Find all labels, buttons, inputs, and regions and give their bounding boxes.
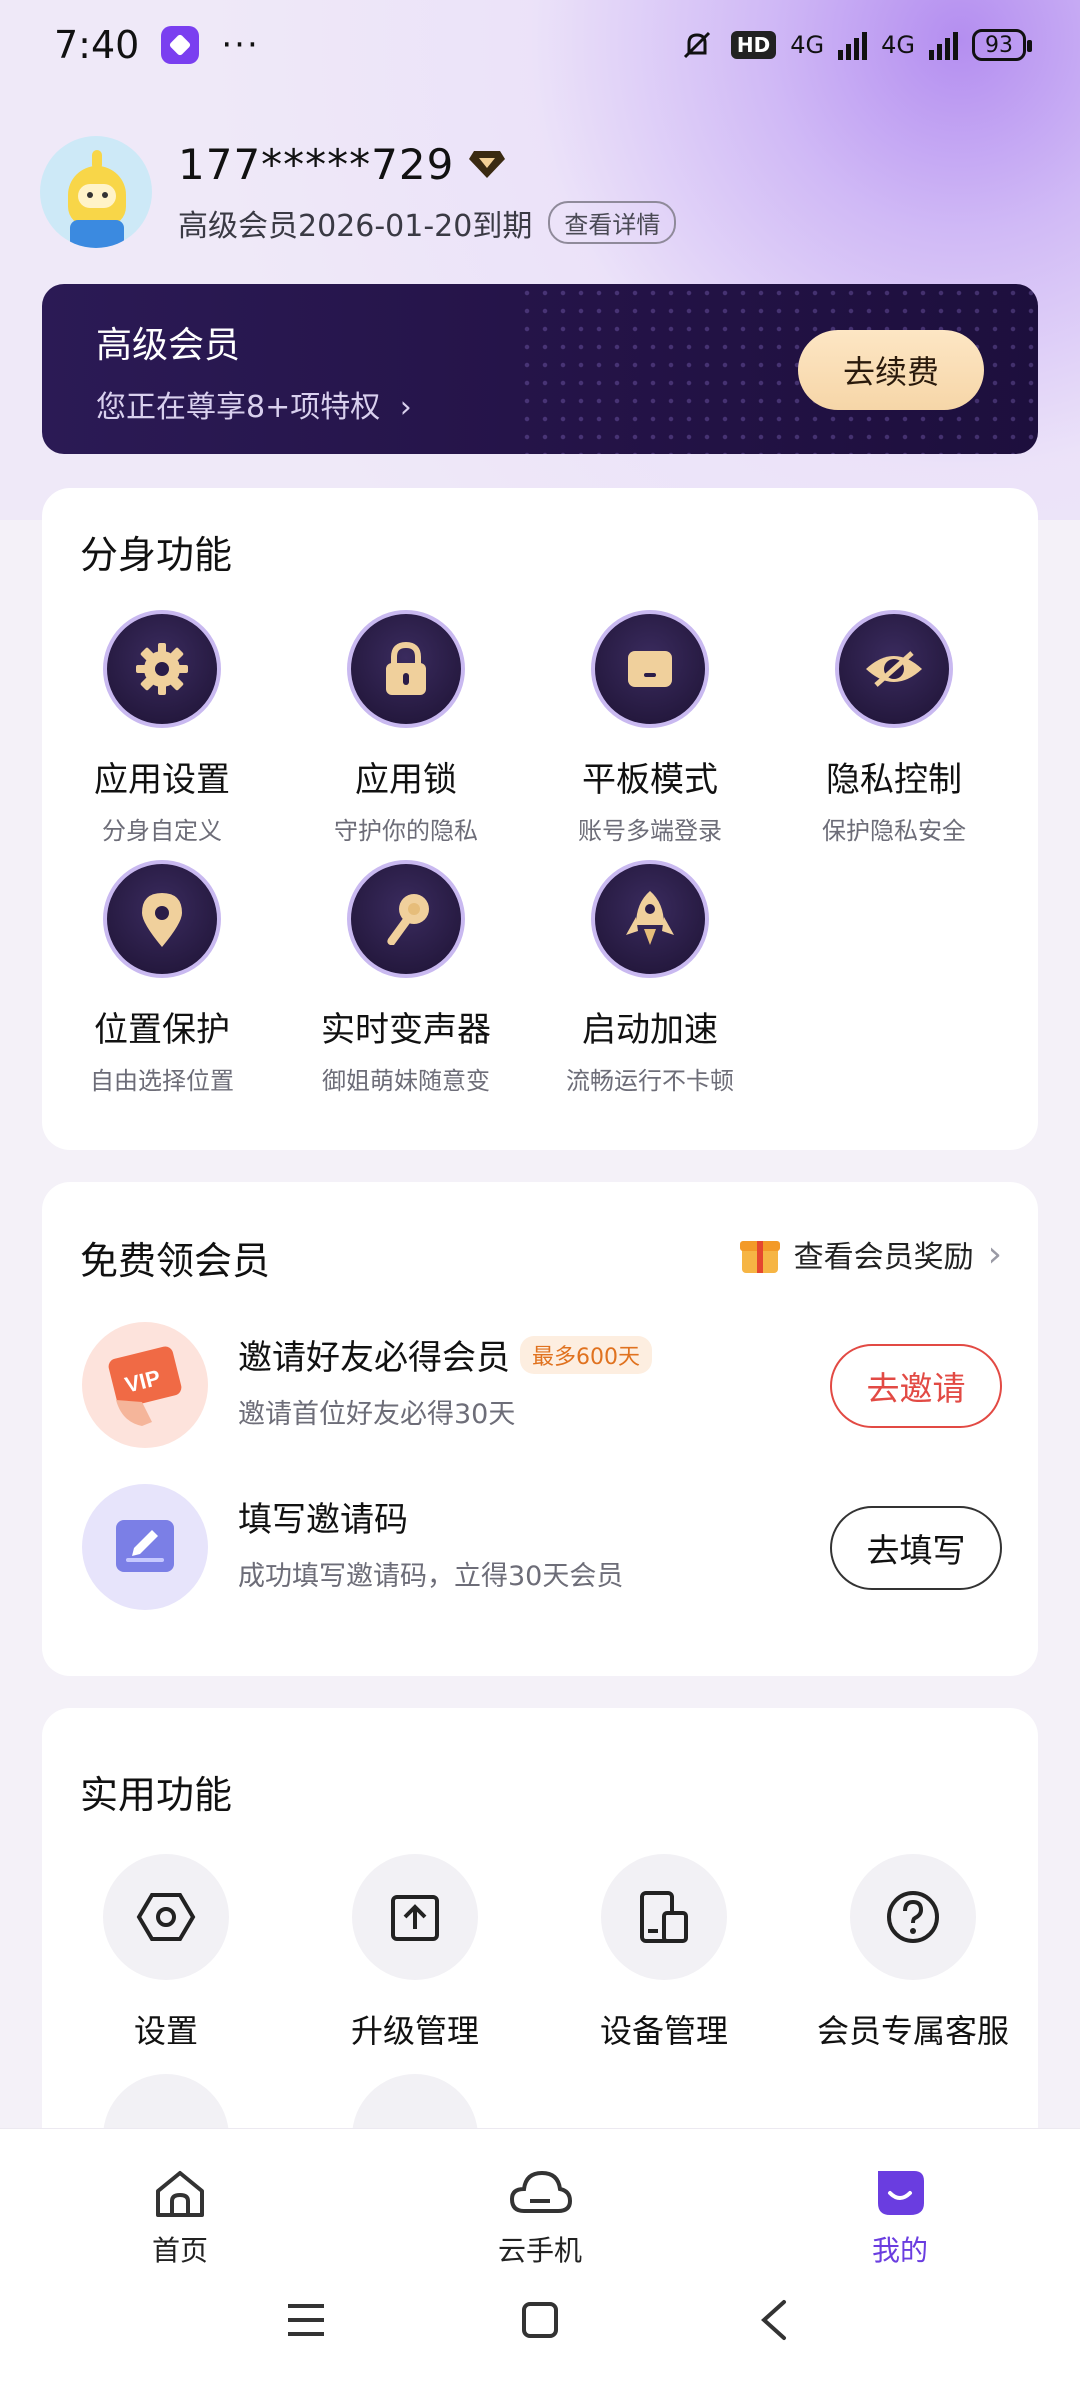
view-rewards-link[interactable]: 查看会员奖励 › [739, 1232, 1002, 1276]
system-nav-bar [0, 2262, 1080, 2372]
user-phone: 177*****729 [178, 139, 455, 189]
clone-features-card: 分身功能 应用设置 分身自定义 应用锁 守护你的隐私 平板模式 账号多端登录 隐… [42, 488, 1038, 1150]
feature-tablet-mode[interactable]: 平板模式 账号多端登录 [530, 610, 770, 846]
avatar[interactable] [40, 136, 152, 248]
location-pin-icon [103, 860, 221, 978]
invite-title: 邀请好友必得会员 [238, 1338, 510, 1378]
tool-name: 升级管理 [350, 2012, 479, 2050]
nav-home[interactable]: 首页 [80, 2161, 280, 2269]
tablet-icon [591, 610, 709, 728]
feature-location-protect[interactable]: 位置保护 自由选择位置 [42, 860, 282, 1096]
hd-voice-badge: HD [730, 31, 777, 59]
feature-desc: 保护隐私安全 [822, 817, 966, 845]
nav-cloud-phone[interactable]: 云手机 [440, 2161, 640, 2269]
gear-icon [103, 610, 221, 728]
device-icon [601, 1854, 727, 1980]
mute-icon [683, 31, 710, 59]
fill-code-desc: 成功填写邀请码，立得30天会员 [238, 1561, 624, 1592]
feature-name: 平板模式 [582, 760, 718, 800]
fill-invite-code-row: 填写邀请码 成功填写邀请码，立得30天会员 去填写 [82, 1484, 1002, 1612]
battery-level: 93 [985, 32, 1013, 58]
tool-vip-support[interactable]: 会员专属客服 [793, 1854, 1033, 2052]
feature-name: 启动加速 [582, 1010, 718, 1050]
vip-diamond-icon [468, 149, 506, 179]
feature-name: 位置保护 [94, 1010, 230, 1050]
more-notifications-icon: ··· [221, 25, 260, 65]
fill-code-button[interactable]: 去填写 [830, 1506, 1002, 1590]
view-details-button[interactable]: 查看详情 [548, 201, 677, 244]
free-membership-card: 免费领会员 查看会员奖励 › VIP 邀请好友必得会员 最多600天 邀请首位好… [42, 1182, 1038, 1676]
chevron-right-icon: › [987, 1233, 1002, 1275]
profile-icon [868, 2161, 932, 2225]
lock-icon [347, 610, 465, 728]
free-membership-title: 免费领会员 [80, 1239, 271, 1283]
chevron-right-icon: › [399, 390, 412, 425]
app-notification-icon [161, 26, 200, 64]
tool-name: 设备管理 [599, 2012, 728, 2050]
feature-name: 应用设置 [94, 760, 230, 800]
home-square-icon[interactable] [510, 2290, 570, 2350]
vip-expire-text: 高级会员2026-01-20到期 [178, 208, 533, 244]
fill-code-title: 填写邀请码 [238, 1500, 408, 1540]
nav-profile[interactable]: 我的 [800, 2161, 1000, 2269]
network-type-2: 4G [881, 31, 915, 59]
tool-name: 会员专属客服 [816, 2012, 1009, 2050]
status-time: 7:40 [54, 23, 140, 67]
vip-banner-subtitle: 您正在尊享8+项特权 [96, 390, 381, 425]
invite-friends-row: VIP 邀请好友必得会员 最多600天 邀请首位好友必得30天 去邀请 [82, 1322, 1002, 1450]
tools-title: 实用功能 [80, 1773, 233, 1817]
help-icon [850, 1854, 976, 1980]
feature-desc: 分身自定义 [102, 817, 222, 845]
upgrade-icon [352, 1854, 478, 1980]
vip-ticket-icon: VIP [82, 1322, 208, 1448]
menu-icon[interactable] [276, 2290, 336, 2350]
vip-banner[interactable]: 高级会员 您正在尊享8+项特权 › 去续费 [42, 284, 1038, 454]
feature-desc: 守护你的隐私 [334, 817, 478, 845]
invite-badge: 最多600天 [520, 1335, 652, 1374]
cloud-icon [508, 2161, 572, 2225]
network-type-1: 4G [790, 31, 825, 59]
eye-off-icon [835, 610, 953, 728]
feature-name: 实时变声器 [321, 1010, 491, 1050]
signal-icon-2 [929, 30, 958, 60]
feature-privacy-control[interactable]: 隐私控制 保护隐私安全 [774, 610, 1014, 846]
feature-boost[interactable]: 启动加速 流畅运行不卡顿 [530, 860, 770, 1096]
signal-icon [838, 30, 868, 60]
renew-button[interactable]: 去续费 [798, 330, 984, 410]
feature-desc: 流畅运行不卡顿 [566, 1067, 734, 1095]
profile-header: 177*****729 高级会员2026-01-20到期 查看详情 [40, 132, 1040, 252]
feature-app-settings[interactable]: 应用设置 分身自定义 [42, 610, 282, 846]
settings-hexagon-icon [103, 1854, 229, 1980]
rocket-icon [591, 860, 709, 978]
feature-app-lock[interactable]: 应用锁 守护你的隐私 [286, 610, 526, 846]
gift-icon [739, 1235, 780, 1273]
edit-code-icon [82, 1484, 208, 1610]
feature-desc: 账号多端登录 [578, 817, 722, 845]
invite-desc: 邀请首位好友必得30天 [238, 1399, 516, 1430]
view-rewards-label: 查看会员奖励 [793, 1240, 974, 1275]
status-bar: 7:40 ··· HD 4G 4G 93 [0, 0, 1080, 90]
vip-banner-title: 高级会员 [96, 325, 241, 366]
tool-device[interactable]: 设备管理 [544, 1854, 784, 2052]
home-icon [148, 2161, 212, 2225]
feature-name: 隐私控制 [826, 760, 962, 800]
feature-desc: 自由选择位置 [90, 1067, 234, 1095]
battery-icon: 93 [972, 29, 1032, 61]
feature-voice-changer[interactable]: 实时变声器 御姐萌妹随意变 [286, 860, 526, 1096]
tool-name: 设置 [133, 2012, 198, 2050]
microphone-icon [347, 860, 465, 978]
feature-desc: 御姐萌妹随意变 [322, 1067, 490, 1095]
vip-privileges-link[interactable]: 您正在尊享8+项特权 › [96, 382, 412, 426]
tool-settings[interactable]: 设置 [46, 1854, 286, 2052]
tool-upgrade[interactable]: 升级管理 [295, 1854, 535, 2052]
feature-name: 应用锁 [355, 760, 457, 800]
back-icon[interactable] [744, 2290, 804, 2350]
invite-button[interactable]: 去邀请 [830, 1344, 1002, 1428]
clone-features-title: 分身功能 [80, 533, 233, 577]
